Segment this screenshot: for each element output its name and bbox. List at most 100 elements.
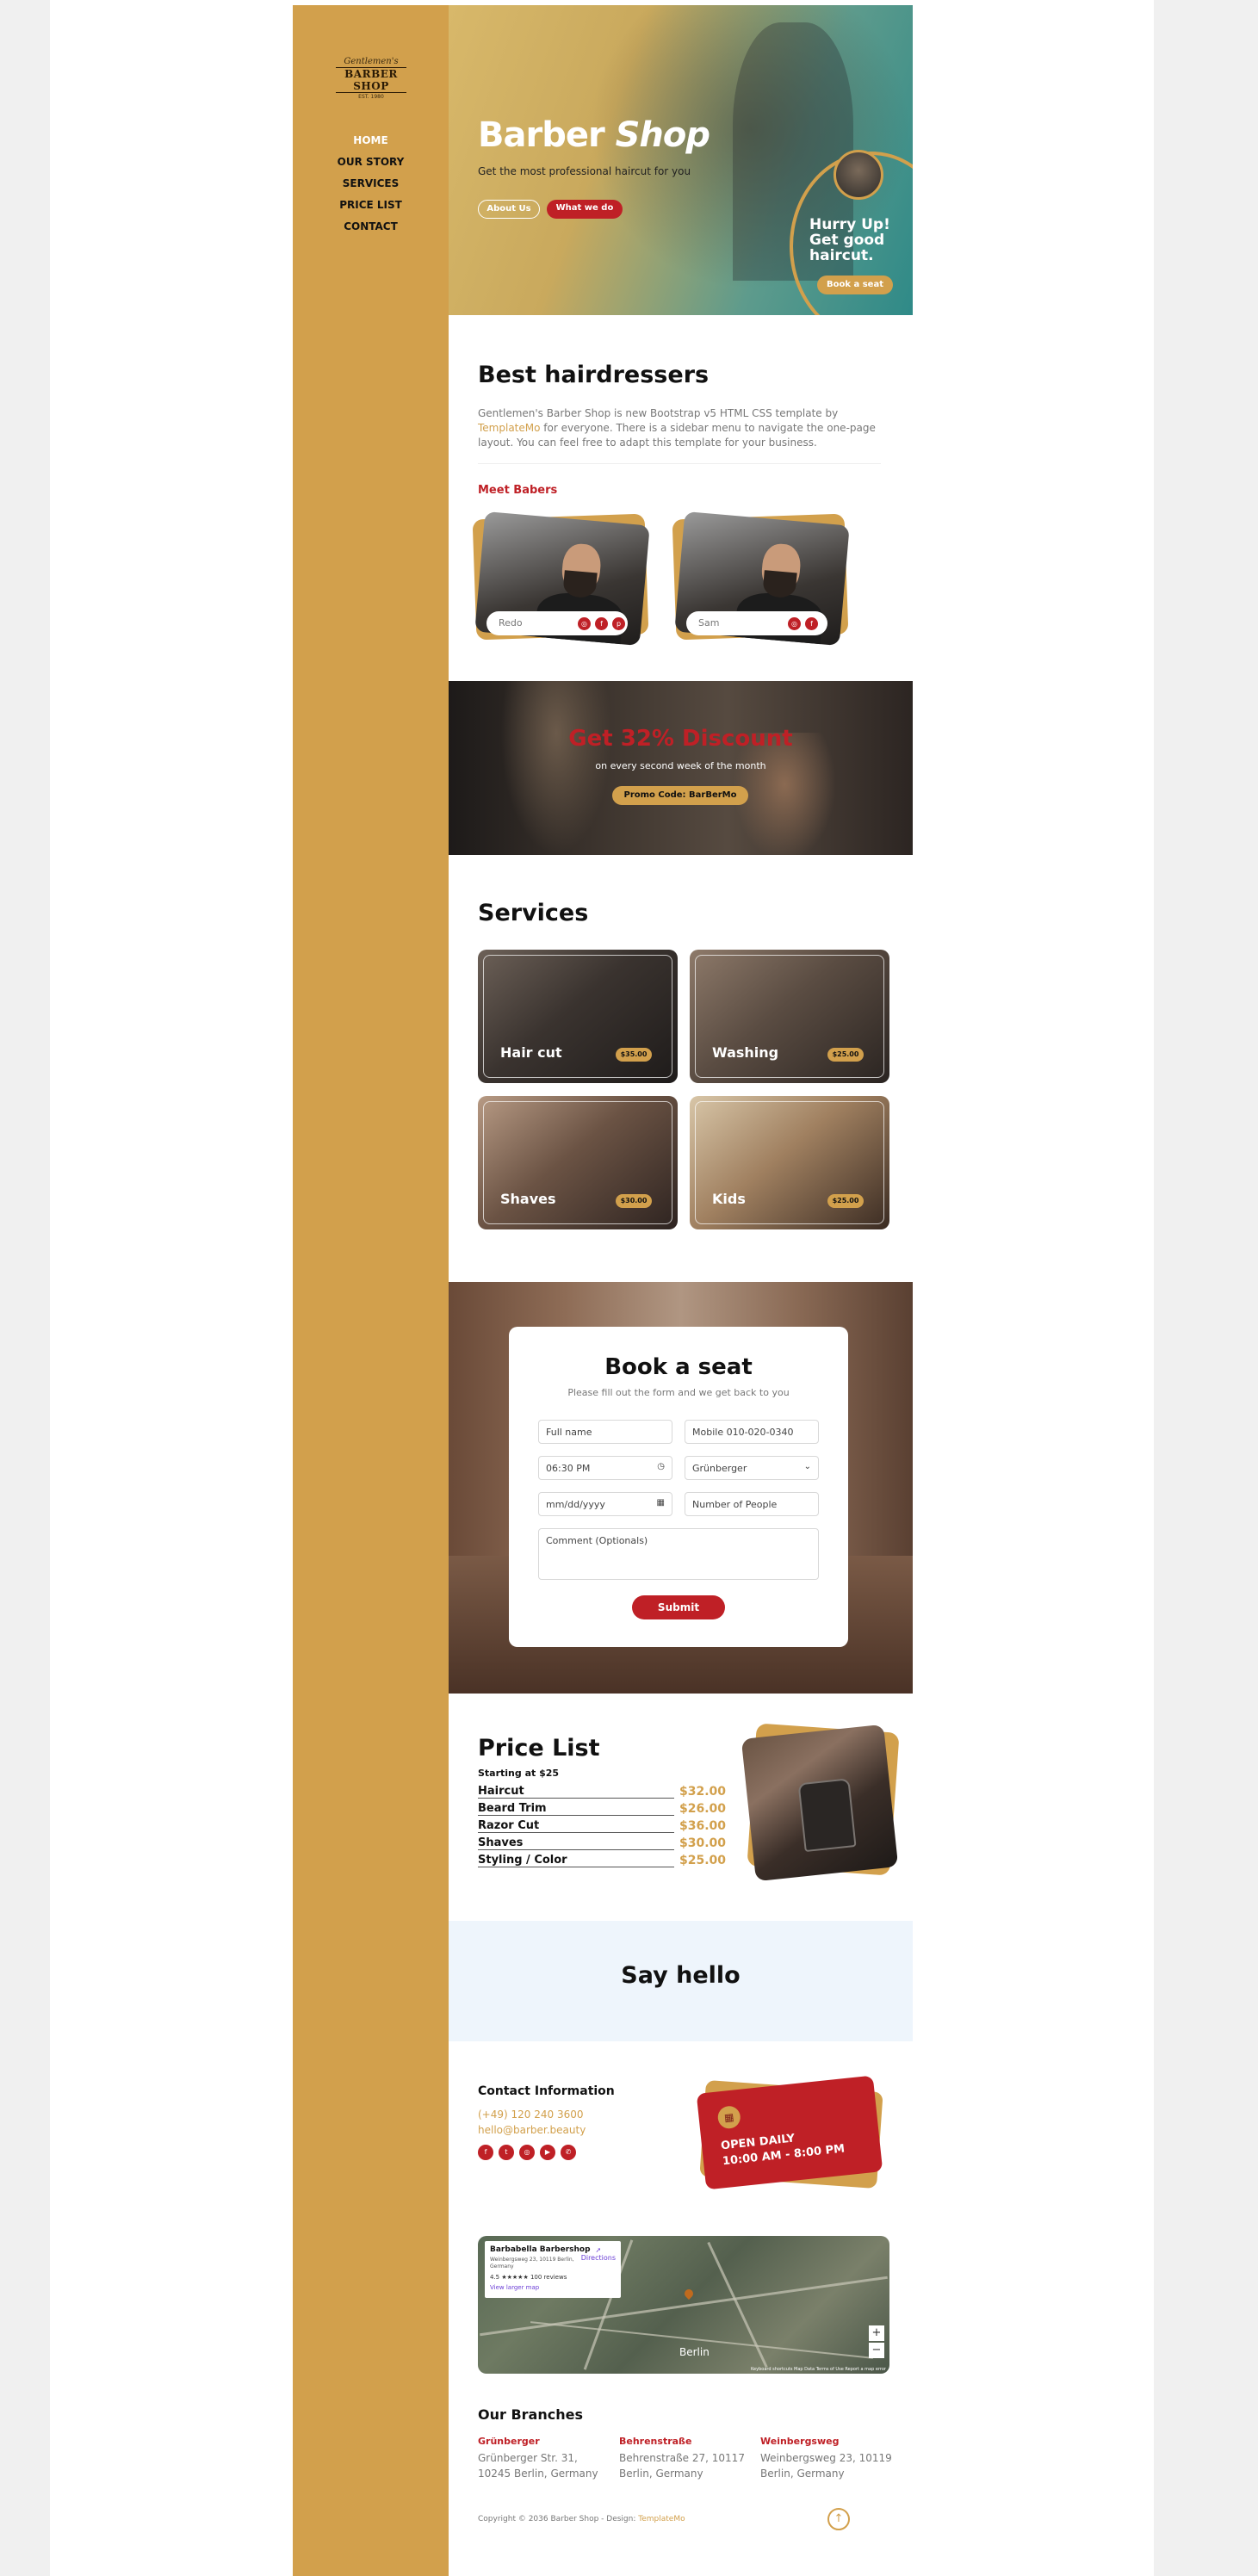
booking-title: Book a seat <box>604 1354 753 1380</box>
service-price: $30.00 <box>616 1194 652 1208</box>
discount-banner: Get 32% Discount on every second week of… <box>449 681 913 855</box>
map-section: Barbabella Barbershop Weinbergsweg 23, 1… <box>449 2222 913 2394</box>
calendar-icon: ▦ <box>656 1498 665 1508</box>
service-title: Hair cut <box>500 1044 562 1061</box>
barber-card: Redo ◎ f p <box>472 511 650 647</box>
about-title: Best hairdressers <box>478 362 710 388</box>
submit-button[interactable]: Submit <box>632 1595 725 1619</box>
instagram-icon[interactable]: ◎ <box>578 617 591 630</box>
clock-icon: ◷ <box>657 1462 665 1471</box>
brand-logo[interactable]: Gentlemen's BARBER SHOP EST. 1980 <box>336 57 406 100</box>
map-rating: 4.5 ★★★★★ 100 reviews <box>490 2274 567 2281</box>
copyright: Copyright © 2036 Barber Shop - Design: T… <box>478 2515 685 2523</box>
branch-select[interactable]: Grünberger ⌄ <box>685 1456 819 1480</box>
branch-item: Grünberger Grünberger Str. 31, 10245 Ber… <box>478 2436 598 2480</box>
sidebar-nav: HOME OUR STORY SERVICES PRICE LIST CONTA… <box>293 134 449 242</box>
barber-chair-photo <box>741 1724 899 1882</box>
map-address: Weinbergsweg 23, 10119 Berlin, Germany <box>490 2257 574 2269</box>
nav-services[interactable]: SERVICES <box>293 177 449 189</box>
whatsapp-icon[interactable]: ✆ <box>561 2145 576 2160</box>
map-directions[interactable]: ➚ Directions <box>581 2246 616 2262</box>
discount-title: Get 32% Discount <box>568 726 793 752</box>
service-card-shaves[interactable]: Shaves $30.00 <box>478 1096 678 1229</box>
nav-home[interactable]: HOME <box>293 134 449 146</box>
service-card-haircut[interactable]: Hair cut $35.00 <box>478 950 678 1083</box>
service-title: Kids <box>712 1191 746 1207</box>
map-larger-link[interactable]: View larger map <box>490 2284 539 2291</box>
branches-title: Our Branches <box>478 2406 583 2423</box>
say-hello-section: Say hello <box>449 1921 913 2041</box>
facebook-icon[interactable]: f <box>805 617 818 630</box>
service-title: Shaves <box>500 1191 556 1207</box>
book-a-seat-button[interactable]: Book a seat <box>817 276 893 294</box>
facebook-icon[interactable]: f <box>478 2145 493 2160</box>
full-name-field[interactable]: Full name <box>538 1420 672 1444</box>
map-info-box: Barbabella Barbershop Weinbergsweg 23, 1… <box>485 2241 621 2298</box>
open-daily-card: ▦ OPEN DAILY 10:00 AM - 8:00 PM <box>696 2075 883 2190</box>
twitter-icon[interactable]: t <box>499 2145 514 2160</box>
youtube-icon[interactable]: ▶ <box>540 2145 555 2160</box>
contact-email[interactable]: hello@barber.beauty <box>478 2124 586 2136</box>
sidebar: Gentlemen's BARBER SHOP EST. 1980 HOME O… <box>293 5 449 2576</box>
templatemo-link[interactable]: TemplateMo <box>478 422 540 434</box>
nav-price-list[interactable]: PRICE LIST <box>293 199 449 211</box>
nav-contact[interactable]: CONTACT <box>293 220 449 232</box>
about-us-button[interactable]: About Us <box>478 200 540 219</box>
discount-subtitle: on every second week of the month <box>595 760 766 771</box>
mobile-field[interactable]: Mobile 010-020-0340 <box>685 1420 819 1444</box>
barber-name: Sam <box>698 617 720 629</box>
price-row: Haircut $32.00 <box>478 1785 726 1799</box>
templatemo-link[interactable]: TemplateMo <box>638 2515 685 2523</box>
zoom-in-button[interactable]: + <box>869 2325 884 2341</box>
hero-subtitle: Get the most professional haircut for yo… <box>478 165 691 177</box>
map-place-name: Barbabella Barbershop <box>490 2245 591 2254</box>
branches-section: Our Branches Grünberger Grünberger Str. … <box>449 2394 913 2567</box>
map-attribution: Keyboard shortcuts Map Data Terms of Use… <box>751 2367 886 2372</box>
nav-our-story[interactable]: OUR STORY <box>293 156 449 168</box>
barber-name-tag: Sam ◎ f <box>686 611 827 635</box>
price-row: Beard Trim $26.00 <box>478 1802 726 1816</box>
instagram-icon[interactable]: ◎ <box>519 2145 535 2160</box>
booking-section: Book a seat Please fill out the form and… <box>449 1282 913 1694</box>
comment-field[interactable]: Comment (Optionals) <box>538 1528 819 1580</box>
back-to-top-icon[interactable]: ↑ <box>827 2508 850 2530</box>
barber-name-tag: Redo ◎ f p <box>486 611 628 635</box>
contact-section: Contact Information (+49) 120 240 3600 h… <box>449 2041 913 2222</box>
time-field[interactable]: 06:30 PM ◷ <box>538 1456 672 1480</box>
date-field[interactable]: mm/dd/yyyy ▦ <box>538 1492 672 1516</box>
logo-line1: Gentlemen's <box>344 57 399 66</box>
service-price: $25.00 <box>827 1048 864 1062</box>
contact-phone[interactable]: (+49) 120 240 3600 <box>478 2108 583 2121</box>
map-city-label: Berlin <box>679 2346 710 2358</box>
services-section: Services Hair cut $35.00 Washing $25.00 … <box>449 855 913 1282</box>
instagram-icon[interactable]: ◎ <box>788 617 801 630</box>
branch-item: Weinbergsweg Weinbergsweg 23, 10119 Berl… <box>760 2436 892 2480</box>
embedded-map[interactable]: Barbabella Barbershop Weinbergsweg 23, 1… <box>478 2236 889 2374</box>
people-field[interactable]: Number of People <box>685 1492 819 1516</box>
what-we-do-button[interactable]: What we do <box>547 200 623 219</box>
facebook-icon[interactable]: f <box>595 617 608 630</box>
pinterest-icon[interactable]: p <box>612 617 625 630</box>
promo-code-badge: Promo Code: BarBerMo <box>612 786 748 805</box>
price-starting-at: Starting at $25 <box>478 1768 560 1779</box>
hurry-up-avatar <box>834 150 883 200</box>
divider <box>478 463 881 464</box>
meet-barbers-heading: Meet Babers <box>478 484 558 497</box>
zoom-out-button[interactable]: − <box>869 2343 884 2358</box>
branch-item: Behrenstraße Behrenstraße 27, 10117 Berl… <box>619 2436 745 2480</box>
price-row: Shaves $30.00 <box>478 1836 726 1850</box>
hero-section: Barber Shop Get the most professional ha… <box>449 5 913 315</box>
about-text: Gentlemen's Barber Shop is new Bootstrap… <box>478 407 876 449</box>
service-card-kids[interactable]: Kids $25.00 <box>690 1096 889 1229</box>
about-section: Best hairdressers Gentlemen's Barber Sho… <box>449 315 913 681</box>
price-row: Styling / Color $25.00 <box>478 1854 726 1867</box>
service-title: Washing <box>712 1044 779 1061</box>
service-card-washing[interactable]: Washing $25.00 <box>690 950 889 1083</box>
logo-line2: BARBER SHOP <box>336 67 406 93</box>
directions-icon: ➚ <box>595 2246 602 2254</box>
contact-title: Contact Information <box>478 2084 615 2098</box>
map-pin-icon[interactable] <box>682 2287 696 2300</box>
chevron-down-icon: ⌄ <box>803 1462 811 1471</box>
calendar-icon: ▦ <box>716 2104 742 2130</box>
hurry-up-text: Hurry Up! Get good haircut. <box>809 216 890 264</box>
